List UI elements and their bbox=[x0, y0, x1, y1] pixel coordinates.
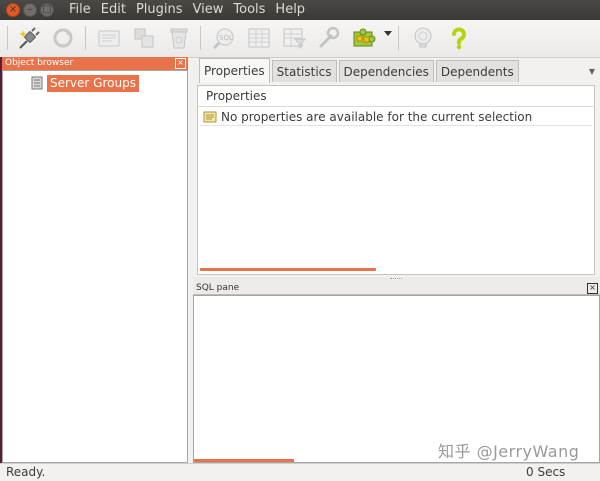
hint-button[interactable] bbox=[410, 25, 436, 51]
object-browser-close-button[interactable]: × bbox=[175, 58, 186, 69]
create-object-button[interactable] bbox=[131, 25, 157, 51]
query-time: 0 Secs bbox=[526, 465, 566, 479]
drop-object-icon bbox=[170, 28, 188, 49]
sql-query-button[interactable]: SQL bbox=[211, 25, 237, 51]
menu-bar: × – □ File Edit Plugins View Tools Help bbox=[0, 0, 600, 20]
refresh-button[interactable] bbox=[50, 25, 76, 51]
toolbar-grip bbox=[7, 26, 8, 50]
tab-dependencies[interactable]: Dependencies bbox=[338, 60, 434, 82]
menu-file[interactable]: File bbox=[64, 0, 96, 20]
create-object-icon bbox=[134, 28, 154, 48]
window-maximize-button[interactable]: □ bbox=[40, 3, 54, 17]
help-button[interactable] bbox=[446, 25, 472, 51]
hint-icon bbox=[414, 27, 432, 48]
tree-item-server-groups[interactable]: Server Groups bbox=[31, 74, 139, 92]
object-browser-header: Object browser × bbox=[2, 57, 188, 70]
properties-column-header[interactable]: Properties bbox=[198, 86, 594, 107]
drop-object-button[interactable] bbox=[166, 25, 192, 51]
property-item-icon bbox=[203, 111, 217, 122]
server-groups-icon bbox=[31, 76, 43, 90]
window-close-button[interactable]: × bbox=[6, 3, 20, 17]
refresh-icon bbox=[53, 28, 73, 48]
properties-icon bbox=[98, 30, 120, 47]
maintenance-wrench-icon bbox=[319, 26, 340, 48]
maximize-icon: □ bbox=[42, 4, 52, 15]
list-item[interactable]: No properties are available for the curr… bbox=[200, 108, 592, 126]
sql-pane-close-button[interactable]: × bbox=[587, 283, 598, 294]
sql-pane-title: SQL pane bbox=[196, 283, 240, 293]
menu-help[interactable]: Help bbox=[270, 0, 310, 20]
sql-pane-header: SQL pane × bbox=[193, 282, 600, 295]
status-bar: Ready. 0 Secs bbox=[0, 463, 600, 481]
tree-item-label: Server Groups bbox=[47, 74, 139, 92]
sql-horizontal-scrollbar[interactable] bbox=[194, 459, 294, 462]
tabs-menu-arrow-icon[interactable]: ▼ bbox=[589, 67, 595, 76]
properties-button[interactable] bbox=[96, 25, 122, 51]
watermark-text: 知乎 @JerryWang bbox=[438, 442, 580, 461]
menu-view[interactable]: View bbox=[188, 0, 229, 20]
toolbar-separator bbox=[398, 26, 399, 50]
menu-edit[interactable]: Edit bbox=[96, 0, 131, 20]
view-data-button[interactable] bbox=[246, 25, 272, 51]
tab-statistics[interactable]: Statistics bbox=[271, 60, 337, 82]
toolbar-separator bbox=[200, 26, 201, 50]
window-minimize-button[interactable]: – bbox=[23, 3, 37, 17]
filtered-data-button[interactable] bbox=[281, 25, 307, 51]
menu-items: File Edit Plugins View Tools Help bbox=[64, 0, 310, 20]
status-text: Ready. bbox=[6, 465, 46, 479]
sql-query-icon: SQL bbox=[212, 28, 234, 50]
connect-button[interactable] bbox=[16, 25, 42, 51]
filtered-data-icon bbox=[283, 28, 307, 49]
menu-plugins[interactable]: Plugins bbox=[131, 0, 188, 20]
notebook-tabs: Properties Statistics Dependencies Depen… bbox=[199, 58, 521, 83]
view-data-icon bbox=[248, 28, 270, 48]
plugins-button[interactable] bbox=[351, 25, 377, 51]
properties-horizontal-scrollbar[interactable] bbox=[200, 268, 376, 271]
svg-text:SQL: SQL bbox=[219, 34, 233, 42]
properties-list: Properties No properties are available f… bbox=[197, 85, 595, 275]
connect-plug-icon bbox=[19, 27, 40, 49]
tab-dependents[interactable]: Dependents bbox=[435, 60, 519, 82]
property-item-text: No properties are available for the curr… bbox=[221, 109, 533, 124]
properties-notebook: Properties Statistics Dependencies Depen… bbox=[193, 57, 600, 277]
toolbar-separator bbox=[85, 26, 86, 50]
splitter-grip bbox=[390, 278, 402, 281]
plugins-dropdown-arrow[interactable] bbox=[384, 31, 392, 36]
help-question-icon bbox=[452, 27, 466, 50]
plugins-puzzle-icon bbox=[353, 28, 376, 47]
menu-tools[interactable]: Tools bbox=[228, 0, 270, 20]
toolbar: SQL bbox=[0, 20, 600, 58]
tab-properties[interactable]: Properties bbox=[199, 58, 270, 83]
minimize-icon: – bbox=[27, 4, 33, 15]
close-icon: × bbox=[8, 4, 18, 15]
maintenance-button[interactable] bbox=[316, 25, 342, 51]
object-browser-tree[interactable]: Server Groups bbox=[2, 70, 188, 463]
object-browser-title: Object browser bbox=[5, 58, 74, 68]
